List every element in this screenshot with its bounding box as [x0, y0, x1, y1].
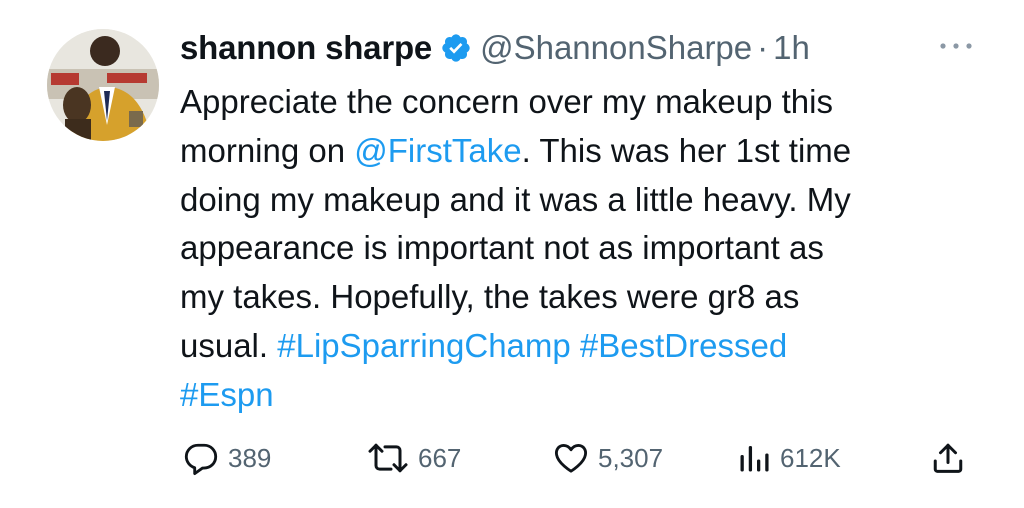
like-count: 5,307	[598, 442, 664, 473]
text-segment: doing my makeup and it was a little heav…	[180, 180, 851, 218]
separator: ·	[757, 29, 769, 66]
hashtag-link[interactable]: #LipSparringChamp	[277, 327, 571, 364]
hashtag-link[interactable]: #BestDressed	[580, 327, 787, 364]
heart-icon	[552, 440, 590, 476]
views-count: 612K	[780, 442, 841, 473]
text-segment: morning on	[180, 131, 355, 169]
tweet-text-line: usual. #LipSparringChamp #BestDressed	[180, 322, 980, 371]
text-segment: usual.	[180, 326, 278, 364]
tweet-text-line: doing my makeup and it was a little heav…	[180, 176, 980, 225]
retweet-count: 667	[418, 442, 462, 473]
text-segment: appearance is important not as important…	[180, 229, 824, 267]
tweet-text-line: appearance is important not as important…	[180, 224, 980, 273]
action-bar: 389 667 5,307 612K	[0, 432, 1024, 482]
reply-count: 389	[228, 442, 272, 473]
text-segment: Appreciate the concern over my makeup th…	[180, 83, 833, 120]
share-icon	[930, 440, 966, 476]
views-button[interactable]: 612K	[736, 440, 841, 476]
reply-button[interactable]: 389	[182, 440, 271, 476]
retweet-icon	[366, 440, 410, 476]
share-button[interactable]	[930, 440, 966, 476]
hashtag-link[interactable]: #Espn	[180, 376, 274, 413]
tweet-header: shannon sharpe @ShannonSharpe · 1h	[180, 26, 810, 70]
reply-icon	[182, 440, 220, 476]
tweet-text-line: morning on @FirstTake. This was her 1st …	[180, 127, 980, 176]
handle[interactable]: @ShannonSharpe	[480, 29, 752, 67]
tweet-text: Appreciate the concern over my makeup th…	[180, 78, 980, 420]
tweet[interactable]: shannon sharpe @ShannonSharpe · 1h Appre…	[0, 0, 1024, 508]
timestamp[interactable]: 1h	[773, 29, 810, 67]
retweet-button[interactable]: 667	[366, 440, 461, 476]
verified-badge-icon	[440, 32, 472, 64]
tweet-text-line: #Espn	[180, 371, 980, 420]
text-segment: . This was her 1st time	[521, 131, 852, 169]
like-button[interactable]: 5,307	[552, 440, 663, 476]
views-icon	[736, 440, 772, 476]
text-segment: my takes. Hopefully, the takes were gr8 …	[180, 278, 800, 316]
avatar[interactable]	[47, 29, 159, 141]
mention-link[interactable]: @FirstTake	[354, 132, 521, 169]
tweet-text-line: Appreciate the concern over my makeup th…	[180, 78, 980, 127]
avatar-image	[47, 29, 159, 141]
more-options-icon[interactable]	[936, 36, 976, 56]
display-name[interactable]: shannon sharpe	[180, 29, 432, 67]
tweet-text-line: my takes. Hopefully, the takes were gr8 …	[180, 273, 980, 322]
text-segment	[571, 327, 580, 364]
